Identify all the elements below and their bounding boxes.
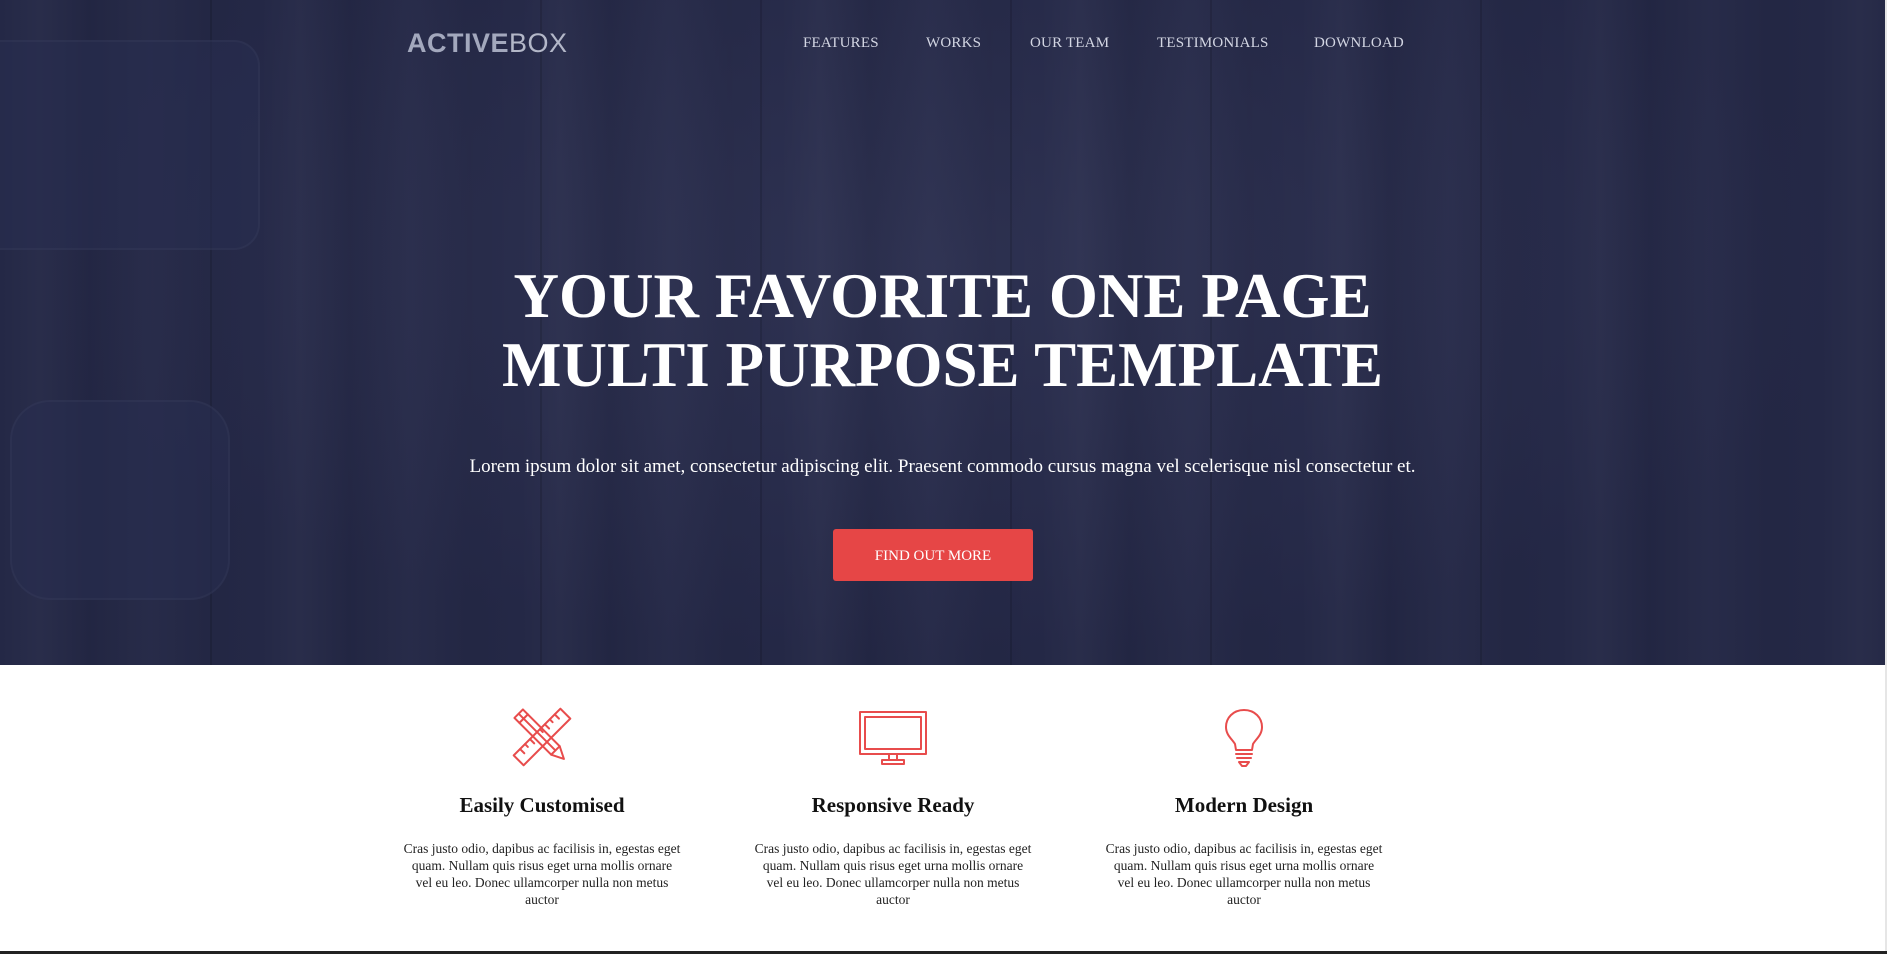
nav-item-works[interactable]: WORKS (926, 35, 981, 52)
feature-card: Responsive Ready Cras justo odio, dapibu… (748, 706, 1038, 908)
monitor-icon (858, 706, 928, 768)
hero-subtext: Lorem ipsum dolor sit amet, consectetur … (469, 456, 1416, 477)
desk-object-tablet (0, 40, 260, 250)
page: ACTIVEBOX FEATURES WORKS OUR TEAM TESTIM… (0, 0, 1887, 954)
lightbulb-icon (1209, 706, 1279, 768)
nav-item-testimonials[interactable]: TESTIMONIALS (1157, 35, 1269, 52)
feature-text: Cras justo odio, dapibus ac facilisis in… (1105, 841, 1383, 907)
pencil-ruler-icon (507, 706, 577, 768)
hero-section: ACTIVEBOX FEATURES WORKS OUR TEAM TESTIM… (0, 0, 1885, 665)
feature-title: Easily Customised (459, 793, 625, 817)
nav-item-download[interactable]: DOWNLOAD (1314, 35, 1404, 52)
desk-object-phone (10, 400, 230, 600)
find-out-more-button[interactable]: FIND OUT MORE (833, 529, 1033, 581)
feature-title: Responsive Ready (811, 793, 975, 817)
hero-headline: YOUR FAVORITE ONE PAGE MULTI PURPOSE TEM… (0, 262, 1885, 400)
feature-card: Easily Customised Cras justo odio, dapib… (397, 706, 687, 908)
hero-headline-line1: YOUR FAVORITE ONE PAGE (513, 261, 1372, 331)
feature-title: Modern Design (1174, 793, 1314, 817)
main-nav: FEATURES WORKS OUR TEAM TESTIMONIALS DOW… (0, 35, 1885, 55)
feature-text: Cras justo odio, dapibus ac facilisis in… (403, 841, 681, 907)
hero-headline-line2: MULTI PURPOSE TEMPLATE (502, 330, 1383, 400)
feature-text: Cras justo odio, dapibus ac facilisis in… (754, 841, 1032, 907)
nav-item-features[interactable]: FEATURES (803, 35, 879, 52)
nav-item-our-team[interactable]: OUR TEAM (1030, 35, 1109, 52)
feature-card: Modern Design Cras justo odio, dapibus a… (1099, 706, 1389, 908)
